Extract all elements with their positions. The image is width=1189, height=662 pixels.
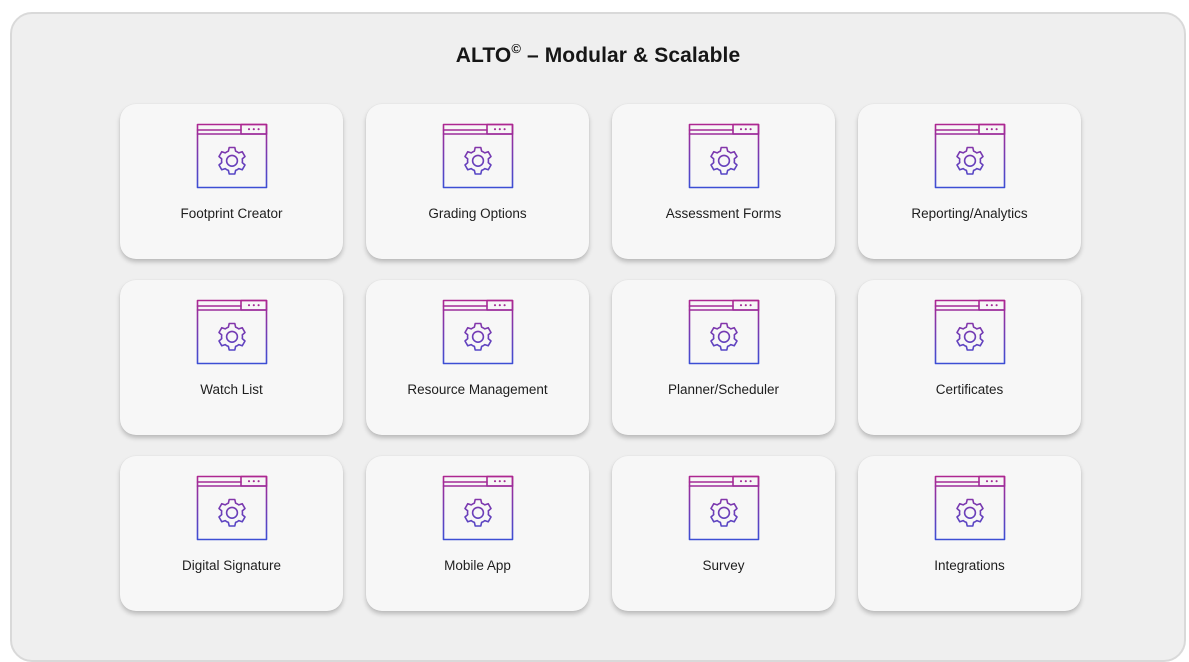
module-card-resource-management[interactable]: Resource Management	[366, 280, 589, 435]
module-card-digital-signature[interactable]: Digital Signature	[120, 456, 343, 611]
module-label: Assessment Forms	[665, 206, 782, 221]
module-card-footprint-creator[interactable]: Footprint Creator	[120, 104, 343, 259]
module-card-grading-options[interactable]: Grading Options	[366, 104, 589, 259]
settings-window-icon	[442, 299, 514, 365]
module-card-watch-list[interactable]: Watch List	[120, 280, 343, 435]
module-label: Planner/Scheduler	[667, 382, 780, 397]
modules-panel: ALTO© – Modular & Scalable Footprint Cre…	[10, 12, 1186, 662]
settings-window-icon	[934, 299, 1006, 365]
module-label: Resource Management	[407, 382, 548, 397]
settings-window-icon	[196, 299, 268, 365]
settings-window-icon	[688, 123, 760, 189]
settings-window-icon	[688, 475, 760, 541]
settings-window-icon	[442, 123, 514, 189]
module-card-certificates[interactable]: Certificates	[858, 280, 1081, 435]
module-card-reporting-analytics[interactable]: Reporting/Analytics	[858, 104, 1081, 259]
settings-window-icon	[196, 475, 268, 541]
title-main: ALTO	[455, 44, 512, 67]
module-label: Watch List	[200, 382, 263, 397]
settings-window-icon	[688, 299, 760, 365]
module-label: Mobile App	[444, 558, 511, 573]
settings-window-icon	[934, 123, 1006, 189]
title-rest: – Modular & Scalable	[521, 44, 741, 67]
settings-window-icon	[934, 475, 1006, 541]
page-title: ALTO© – Modular & Scalable	[12, 41, 1184, 68]
module-label: Integrations	[934, 558, 1005, 573]
settings-window-icon	[442, 475, 514, 541]
module-card-integrations[interactable]: Integrations	[858, 456, 1081, 611]
module-label: Reporting/Analytics	[911, 206, 1028, 221]
copyright-mark: ©	[511, 41, 522, 56]
module-label: Digital Signature	[181, 558, 282, 573]
module-card-planner-scheduler[interactable]: Planner/Scheduler	[612, 280, 835, 435]
module-label: Survey	[702, 558, 745, 573]
settings-window-icon	[196, 123, 268, 189]
module-label: Certificates	[935, 382, 1004, 397]
module-card-survey[interactable]: Survey	[612, 456, 835, 611]
module-card-assessment-forms[interactable]: Assessment Forms	[612, 104, 835, 259]
module-label: Footprint Creator	[180, 206, 283, 221]
module-grid: Footprint Creator Grading Options Assess…	[120, 104, 1081, 611]
module-label: Grading Options	[428, 206, 527, 221]
module-card-mobile-app[interactable]: Mobile App	[366, 456, 589, 611]
